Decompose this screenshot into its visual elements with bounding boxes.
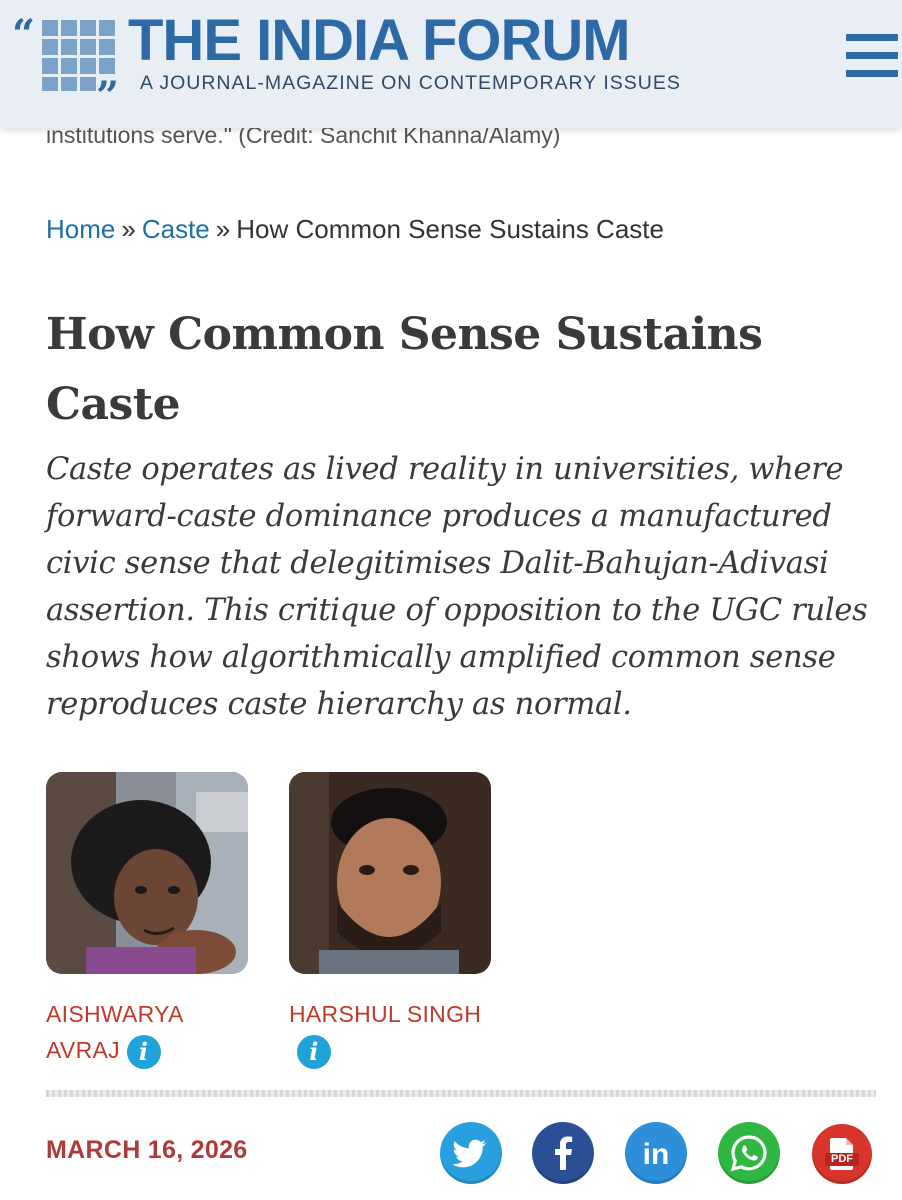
author-name[interactable]: HARSHUL SINGH [289,1001,481,1027]
article-standfirst: Caste operates as lived reality in unive… [46,452,868,722]
hamburger-menu-icon [846,34,898,41]
pdf-label: PDF [831,1153,853,1165]
whatsapp-icon [730,1135,767,1172]
author-card-aishwarya-avraj: AISHWARYA AVRAJ i [46,772,256,1069]
info-icon[interactable]: i [126,1034,161,1069]
breadcrumb-home-link[interactable]: Home [46,214,115,244]
site-logo[interactable]: “ ” [12,11,124,120]
facebook-icon [555,1136,573,1170]
hamburger-menu-icon-bar [846,52,898,59]
author-photo[interactable] [289,772,491,974]
hamburger-menu-icon-bar [846,70,898,77]
author-photo[interactable] [46,772,248,974]
publish-date: MARCH 16, 2026 [46,1136,248,1164]
breadcrumb-separator: » [121,214,136,244]
share-pdf-button[interactable]: PDF [812,1124,872,1184]
site-header: “ ” THE INDIA FORUM A JOURNAL-MAGAZINE O… [0,0,902,128]
svg-text:”: ” [96,73,119,94]
svg-text:in: in [643,1138,670,1171]
breadcrumb: Home» Caste» How Common Sense Sustains Cas… [46,214,664,245]
twitter-icon [452,1139,487,1168]
brand-tagline: A JOURNAL-MAGAZINE ON CONTEMPORARY ISSUE… [140,72,681,94]
linkedin-icon: in [643,1138,670,1171]
breadcrumb-separator: » [215,214,231,244]
svg-text:“: “ [12,14,35,58]
breadcrumb-caste-link[interactable]: Caste [142,214,210,244]
share-whatsapp-button[interactable] [718,1122,780,1184]
section-divider [46,1090,876,1097]
share-twitter-button[interactable] [440,1122,502,1184]
author-name[interactable]: AISHWARYA AVRAJ [46,1001,182,1063]
breadcrumb-current: How Common Sense Sustains Caste [236,214,664,244]
info-icon[interactable]: i [297,1034,331,1069]
share-facebook-button[interactable] [532,1122,594,1184]
brand-title[interactable]: THE INDIA FORUM [128,12,631,70]
menu-button[interactable] [840,30,898,82]
share-linkedin-button[interactable]: in [625,1122,687,1184]
article-title: How Common Sense Sustains Caste [46,309,763,430]
author-card-harshul-singh: HARSHUL SINGH i [289,772,499,1069]
